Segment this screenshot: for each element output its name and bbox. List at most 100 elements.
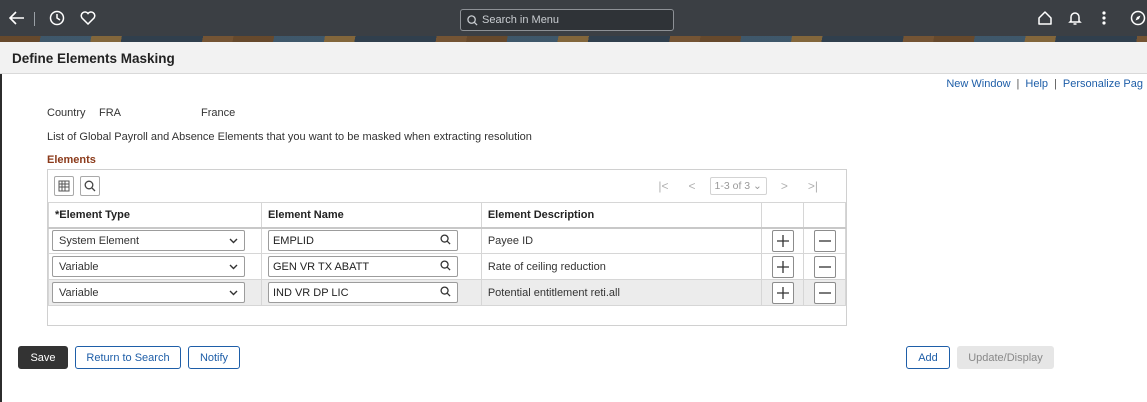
add-row-button[interactable] bbox=[771, 281, 794, 304]
column-header-element-name: Element Name bbox=[260, 202, 482, 229]
add-row-cell bbox=[761, 253, 805, 280]
element-name-cell: EMPLID bbox=[260, 227, 482, 254]
element-description: Rate of ceiling reduction bbox=[480, 253, 763, 280]
navbar-compass-icon[interactable] bbox=[1127, 7, 1147, 29]
find-icon[interactable] bbox=[80, 176, 100, 196]
left-border bbox=[0, 74, 2, 402]
column-header-element-type: *Element Type bbox=[48, 202, 262, 229]
table-row: System Element EMPLID Payee ID bbox=[48, 227, 846, 254]
element-name-input[interactable]: EMPLID bbox=[267, 230, 458, 252]
more-actions-icon[interactable] bbox=[1093, 7, 1115, 29]
element-type-select[interactable]: Variable bbox=[52, 282, 245, 303]
select-value: System Element bbox=[59, 234, 140, 247]
next-page-button[interactable]: > bbox=[781, 179, 788, 193]
home-icon[interactable] bbox=[1034, 7, 1056, 29]
first-page-button[interactable]: |< bbox=[658, 179, 668, 193]
minus-icon bbox=[818, 291, 831, 294]
element-type-cell: Variable bbox=[48, 253, 262, 280]
save-button[interactable]: Save bbox=[18, 346, 68, 369]
page-description: List of Global Payroll and Absence Eleme… bbox=[47, 131, 532, 143]
plus-icon bbox=[776, 260, 789, 273]
country-code: FRA bbox=[99, 107, 121, 119]
lookup-search-icon[interactable] bbox=[440, 285, 451, 300]
elements-table: *Element Type Element Name Element Descr… bbox=[48, 202, 846, 306]
add-row-cell bbox=[761, 227, 805, 254]
update-display-button[interactable]: Update/Display bbox=[957, 346, 1054, 369]
delete-row-cell bbox=[803, 227, 846, 254]
delete-row-button[interactable] bbox=[813, 255, 836, 278]
return-to-search-button[interactable]: Return to Search bbox=[75, 346, 181, 369]
top-navigation-bar: Search in Menu bbox=[0, 0, 1147, 42]
grid-toolbar: |< < 1-3 of 3 ⌄ > >| bbox=[48, 170, 846, 202]
chevron-down-icon bbox=[229, 287, 238, 299]
input-value: EMPLID bbox=[272, 234, 314, 247]
country-field: Country FRA France bbox=[47, 107, 235, 119]
element-type-select[interactable]: Variable bbox=[52, 256, 245, 277]
delete-row-button[interactable] bbox=[813, 281, 836, 304]
table-row: Variable IND VR DP LIC Potential entitle… bbox=[48, 279, 846, 306]
element-description: Potential entitlement reti.all bbox=[480, 279, 763, 306]
minus-icon bbox=[818, 265, 831, 268]
grid-title: Elements bbox=[47, 154, 96, 166]
link-separator: | bbox=[1016, 78, 1020, 90]
column-label: Element Type bbox=[59, 208, 130, 221]
select-value: Variable bbox=[59, 260, 99, 273]
add-row-button[interactable] bbox=[771, 229, 794, 252]
element-name-cell: IND VR DP LIC bbox=[260, 279, 482, 306]
page-title: Define Elements Masking bbox=[12, 51, 175, 66]
chevron-down-icon bbox=[229, 261, 238, 273]
element-type-select[interactable]: System Element bbox=[52, 230, 245, 252]
delete-row-cell bbox=[803, 279, 846, 306]
history-icon[interactable] bbox=[46, 7, 68, 29]
country-name: France bbox=[201, 107, 236, 119]
element-type-cell: System Element bbox=[48, 227, 262, 254]
delete-row-cell bbox=[803, 253, 846, 280]
search-placeholder: Search in Menu bbox=[482, 14, 560, 26]
personalize-grid-icon[interactable] bbox=[54, 176, 74, 196]
element-name-input[interactable]: IND VR DP LIC bbox=[267, 282, 458, 303]
lookup-search-icon[interactable] bbox=[440, 234, 451, 248]
minus-icon bbox=[818, 240, 831, 242]
help-link[interactable]: Help bbox=[1025, 78, 1048, 90]
back-arrow-icon[interactable] bbox=[6, 7, 28, 29]
input-value: GEN VR TX ABATT bbox=[272, 260, 370, 273]
delete-row-button[interactable] bbox=[813, 229, 836, 252]
select-value: Variable bbox=[59, 286, 99, 299]
element-name-input[interactable]: GEN VR TX ABATT bbox=[267, 256, 458, 277]
previous-page-button[interactable]: < bbox=[689, 179, 696, 193]
plus-icon bbox=[776, 286, 789, 299]
page-title-bar: Define Elements Masking bbox=[0, 42, 1147, 74]
header-row: *Element Type Element Name Element Descr… bbox=[48, 202, 846, 229]
input-value: IND VR DP LIC bbox=[272, 286, 349, 299]
plus-icon bbox=[776, 234, 789, 247]
grid-pager: |< < 1-3 of 3 ⌄ > >| bbox=[648, 177, 828, 195]
page-links: New Window | Help | Personalize Pag bbox=[946, 78, 1143, 90]
notify-button[interactable]: Notify bbox=[188, 346, 240, 369]
elements-grid: |< < 1-3 of 3 ⌄ > >| *Element Type Eleme… bbox=[47, 169, 847, 326]
divider bbox=[34, 12, 35, 26]
element-name-cell: GEN VR TX ABATT bbox=[260, 253, 482, 280]
row-count-selector[interactable]: 1-3 of 3 ⌄ bbox=[709, 177, 767, 195]
search-icon bbox=[467, 14, 478, 26]
add-button[interactable]: Add bbox=[906, 346, 950, 369]
element-type-cell: Variable bbox=[48, 279, 262, 306]
chevron-down-icon bbox=[229, 235, 238, 247]
add-row-cell bbox=[761, 279, 805, 306]
chevron-down-icon: ⌄ bbox=[753, 180, 762, 192]
column-header-add bbox=[761, 202, 805, 229]
notification-bell-icon[interactable] bbox=[1064, 7, 1086, 29]
personalize-page-link[interactable]: Personalize Pag bbox=[1063, 78, 1143, 90]
element-description: Payee ID bbox=[480, 227, 763, 254]
favorites-heart-icon[interactable] bbox=[77, 7, 99, 29]
last-page-button[interactable]: >| bbox=[808, 179, 818, 193]
table-row: Variable GEN VR TX ABATT Rate of ceiling… bbox=[48, 253, 846, 280]
row-count: 1-3 of 3 bbox=[714, 180, 751, 192]
new-window-link[interactable]: New Window bbox=[946, 78, 1010, 90]
menu-search-input[interactable]: Search in Menu bbox=[460, 9, 674, 31]
column-header-delete bbox=[803, 202, 846, 229]
add-row-button[interactable] bbox=[771, 255, 794, 278]
column-header-element-description: Element Description bbox=[480, 202, 763, 229]
lookup-search-icon[interactable] bbox=[440, 259, 451, 274]
link-separator: | bbox=[1054, 78, 1057, 90]
country-label: Country bbox=[47, 107, 86, 119]
